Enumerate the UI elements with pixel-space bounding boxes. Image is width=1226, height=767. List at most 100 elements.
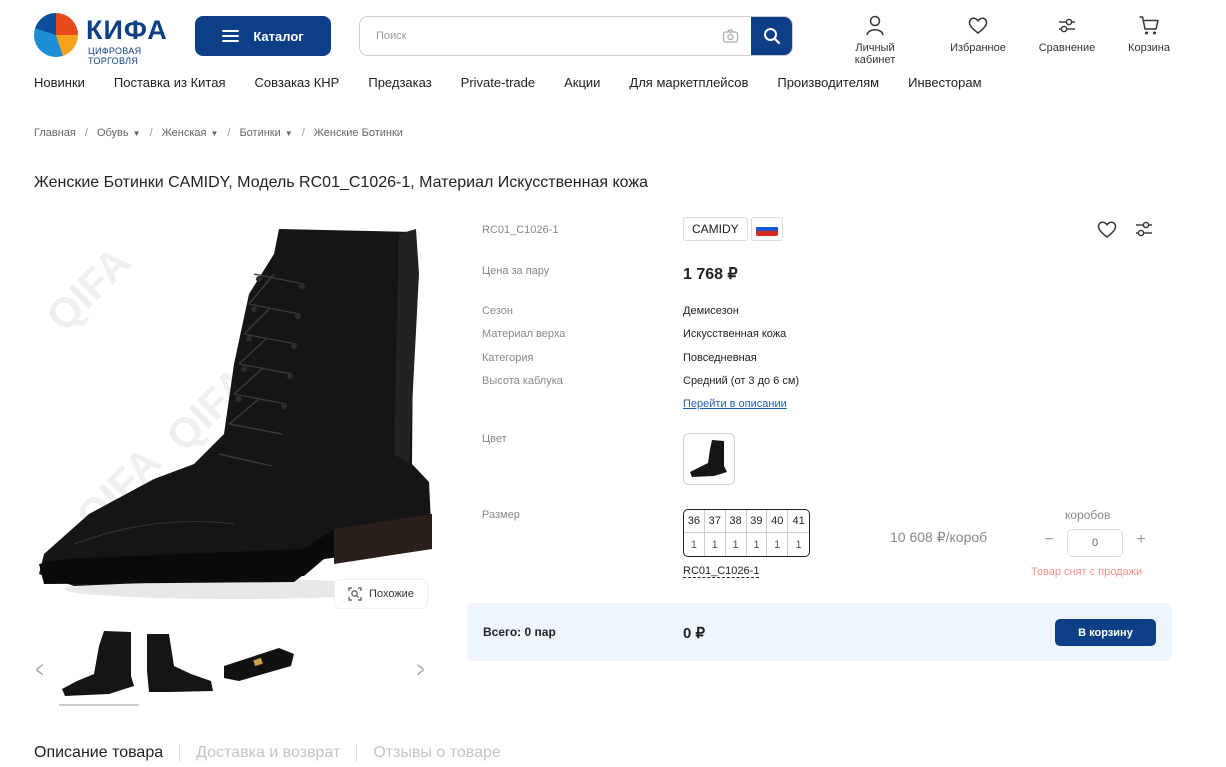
decrement-button[interactable]: − (1040, 531, 1058, 549)
color-label: Цвет (482, 433, 507, 445)
size-qty-cell: 1 (705, 533, 726, 556)
spec-label: Высота каблука (482, 375, 563, 387)
size-label: Размер (482, 509, 520, 521)
size-cell: 41 (788, 510, 809, 533)
similar-button[interactable]: Похожие (335, 580, 427, 608)
breadcrumb-item[interactable]: Женская (162, 127, 207, 139)
model-link[interactable]: RC01_C1026-1 (683, 565, 760, 578)
page-title: Женские Ботинки CAMIDY, Модель RC01_C102… (34, 174, 648, 191)
logo-mark-icon (34, 13, 78, 57)
search-bar (359, 16, 793, 56)
size-qty-cell: 1 (726, 533, 747, 556)
increment-button[interactable]: + (1132, 531, 1150, 549)
heart-icon (968, 17, 988, 34)
nav-item[interactable]: Акции (564, 75, 600, 90)
account-link[interactable]: Личный кабинет (835, 14, 915, 66)
spec-value: Искусственная кожа (683, 328, 787, 340)
heart-icon[interactable] (1096, 218, 1118, 240)
nav-item[interactable]: Инвесторам (908, 75, 981, 90)
cart-link[interactable]: Корзина (1109, 14, 1189, 54)
description-link[interactable]: Перейти в описании (683, 398, 787, 410)
tab-description[interactable]: Описание товара (34, 744, 163, 762)
catalog-label: Каталог (253, 28, 304, 44)
cart-icon (1139, 16, 1159, 35)
product-tabs: Описание товара Доставка и возврат Отзыв… (34, 744, 501, 762)
size-cell: 38 (725, 510, 747, 533)
compare-label: Сравнение (1038, 42, 1096, 54)
spec-value: Демисезон (683, 305, 739, 317)
quantity-field[interactable]: 0 (1067, 529, 1123, 557)
size-cell: 40 (767, 510, 789, 533)
breadcrumb-current: Женские Ботинки (313, 127, 403, 139)
nav-item[interactable]: Предзаказ (368, 75, 431, 90)
total-value: 0 ₽ (683, 625, 706, 642)
caret-down-icon[interactable]: ▼ (133, 129, 141, 138)
sku: RC01_C1026-1 (482, 224, 559, 236)
size-grid[interactable]: 36 37 38 39 40 41 1 1 1 1 1 1 (683, 509, 810, 557)
size-cell: 39 (746, 510, 768, 533)
main-nav: Новинки Поставка из Китая Совзаказ КНР П… (34, 75, 1011, 90)
spec-label: Сезон (482, 305, 513, 317)
size-cell: 36 (684, 510, 705, 533)
thumbnail[interactable] (59, 626, 137, 704)
camera-icon[interactable] (722, 28, 739, 44)
breadcrumb-item[interactable]: Обувь (97, 127, 129, 139)
search-icon (763, 28, 780, 45)
user-icon (866, 15, 884, 36)
compare-link[interactable]: Сравнение (1027, 14, 1107, 54)
country-flag-icon (751, 217, 783, 241)
thumbnail-indicator (59, 704, 139, 706)
similar-label: Похожие (369, 588, 414, 600)
menu-icon (222, 30, 240, 42)
logo-text: КИФА (86, 15, 168, 45)
chevron-left-icon[interactable]: < (36, 657, 44, 683)
quantity-stepper: − 0 + (1040, 529, 1150, 557)
color-swatch[interactable] (683, 433, 735, 485)
product-image[interactable]: QIFA QIFA QIFA QIFA QIFA (34, 214, 434, 614)
logo[interactable]: КИФА ЦИФРОВАЯ ТОРГОВЛЯ (34, 13, 184, 66)
caret-down-icon[interactable]: ▼ (285, 129, 293, 138)
cart-label: Корзина (1128, 42, 1170, 54)
boot-image: QIFA QIFA QIFA QIFA QIFA (37, 218, 432, 599)
svg-text:QIFA: QIFA (37, 238, 140, 341)
logo-subtitle: ЦИФРОВАЯ ТОРГОВЛЯ (88, 46, 142, 66)
size-qty-cell: 1 (684, 533, 705, 556)
spec-value: Средний (от 3 до 6 см) (683, 375, 800, 387)
size-qty-cell: 1 (767, 533, 789, 556)
account-label: Личный кабинет (854, 42, 896, 66)
search-input[interactable] (360, 17, 752, 55)
size-qty-cell: 1 (747, 533, 768, 556)
add-to-cart-button[interactable]: В корзину (1055, 619, 1156, 646)
nav-item[interactable]: Новинки (34, 75, 85, 90)
spec-label: Материал верха (482, 328, 566, 340)
nav-item[interactable]: Private-trade (461, 75, 535, 90)
visual-search-icon (348, 587, 362, 601)
favorites-link[interactable]: Избранное (938, 14, 1018, 54)
caret-down-icon[interactable]: ▼ (210, 129, 218, 138)
breadcrumb-item[interactable]: Главная (34, 127, 76, 139)
box-label: коробов (1065, 508, 1111, 522)
thumbnail[interactable] (219, 626, 297, 704)
nav-item[interactable]: Совзаказ КНР (255, 75, 340, 90)
nav-item[interactable]: Производителям (777, 75, 879, 90)
catalog-button[interactable]: Каталог (195, 16, 331, 56)
favorites-label: Избранное (950, 42, 1006, 54)
thumbnail[interactable] (139, 626, 217, 704)
search-button[interactable] (751, 17, 792, 55)
box-price: 10 608 ₽/короб (890, 529, 988, 545)
tab-delivery[interactable]: Доставка и возврат (196, 744, 340, 762)
price-value: 1 768 ₽ (683, 266, 738, 283)
spec-value: Повседневная (683, 352, 757, 364)
summary-panel: Всего: 0 пар 0 ₽ В корзину (467, 603, 1172, 661)
compare-icon[interactable] (1133, 218, 1155, 240)
size-cell: 37 (704, 510, 726, 533)
price-label: Цена за пару (482, 265, 550, 277)
status-text: Товар снят с продажи (1031, 566, 1143, 578)
brand-badge[interactable]: CAMIDY (683, 217, 748, 241)
size-qty-cell: 1 (795, 538, 802, 551)
breadcrumb: Главная / Обувь ▼ / Женская ▼ / Ботинки ▼ /… (34, 127, 403, 139)
nav-item[interactable]: Поставка из Китая (114, 75, 226, 90)
breadcrumb-item[interactable]: Ботинки (239, 127, 280, 139)
nav-item[interactable]: Для маркетплейсов (629, 75, 748, 90)
tab-reviews[interactable]: Отзывы о товаре (373, 744, 500, 762)
